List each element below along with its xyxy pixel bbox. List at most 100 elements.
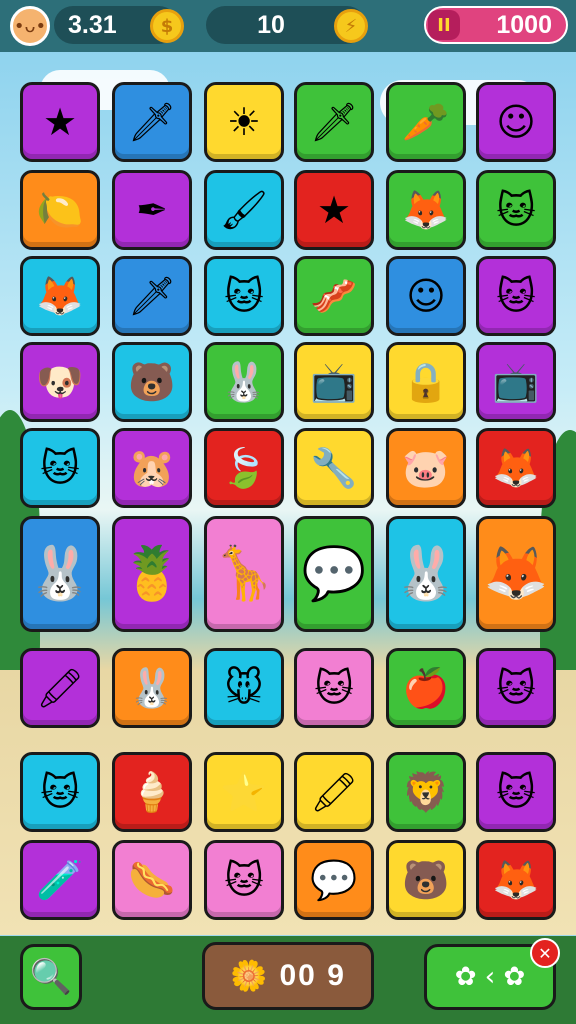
tile-fox[interactable]: 🦊 (20, 256, 100, 336)
hamster-icon: 🐹 (128, 446, 176, 490)
tile-cat[interactable]: 🐱 (20, 428, 100, 508)
tile-cat[interactable]: 🐱 (204, 840, 284, 920)
lemon-icon: 🍋 (36, 188, 84, 232)
tile-potion[interactable]: 🧪 (20, 840, 100, 920)
dog-icon: 🐶 (36, 360, 84, 404)
tile-leaf[interactable]: 🥕 (386, 82, 466, 162)
tile-pen[interactable]: ✒ (112, 170, 192, 250)
tile-pig[interactable]: 🐷 (386, 428, 466, 508)
bunny-icon: 🐰 (27, 544, 93, 604)
fox-icon: 🦊 (36, 274, 84, 318)
apple-icon: 🍎 (402, 666, 450, 710)
tile-brush[interactable]: 🖌 (204, 170, 284, 250)
cat-icon: 🐱 (496, 188, 536, 232)
tile-leaf[interactable]: 🍃 (204, 428, 284, 508)
cat-icon: 🐱 (224, 274, 264, 318)
star-icon: ★ (316, 188, 352, 232)
tile-bunny[interactable]: 🐰 (386, 516, 466, 632)
fox-icon: 🦊 (402, 188, 450, 232)
tile-giraffe[interactable]: 🦒 (204, 516, 284, 632)
tile-face[interactable]: ☺ (386, 256, 466, 336)
tile-bear[interactable]: 🐻 (386, 840, 466, 920)
fox-icon: 🦊 (492, 446, 540, 490)
potion-icon: 🧪 (36, 858, 84, 902)
lock-icon: 🔒 (402, 360, 450, 404)
tile-sword[interactable]: 🗡 (112, 82, 192, 162)
pineapple-icon: 🍍 (119, 544, 185, 604)
tile-tool[interactable]: 🔧 (294, 428, 374, 508)
sword-icon: 🗡 (127, 100, 177, 144)
cat-icon: 🐱 (224, 858, 264, 902)
level-panel: 🌼 00 9 (202, 942, 374, 1010)
tile-cat[interactable]: 🐱 (476, 256, 556, 336)
bacon-icon: 🥓 (310, 274, 358, 318)
tile-smiley[interactable]: ☺ (476, 82, 556, 162)
tile-apple[interactable]: 🍎 (386, 648, 466, 728)
tv-icon: 📺 (492, 360, 540, 404)
tile-lemon[interactable]: 🍋 (20, 170, 100, 250)
tile-cat[interactable]: 🐱 (476, 170, 556, 250)
tile-fox[interactable]: 🦊 (476, 840, 556, 920)
tile-fox[interactable]: 🦊 (476, 516, 556, 632)
tile-lock[interactable]: 🔒 (386, 342, 466, 422)
cat-icon: 🐱 (314, 666, 354, 710)
sun-icon: 🌼 (230, 958, 268, 994)
cone-icon: 🍦 (128, 770, 176, 814)
search-button[interactable]: 🔍 (20, 944, 82, 1010)
tile-star-wand[interactable]: ★ (20, 82, 100, 162)
tile-star-sword[interactable]: 🗡 (294, 82, 374, 162)
tile-fox[interactable]: 🦊 (386, 170, 466, 250)
tile-sword[interactable]: 🗡 (112, 256, 192, 336)
hotdog-icon: 🌭 (128, 858, 176, 902)
tile-bunny[interactable]: 🐰 (204, 342, 284, 422)
star-face-icon: ⭐ (220, 770, 268, 814)
tile-sun-face[interactable]: ☀ (204, 82, 284, 162)
tile-fox[interactable]: 🦊 (476, 428, 556, 508)
tile-cat[interactable]: 🐱 (204, 256, 284, 336)
tile-hotdog[interactable]: 🌭 (112, 840, 192, 920)
tile-bear[interactable]: 🐻 (112, 342, 192, 422)
swap-icon: ✿ ‹ ✿ (454, 962, 526, 992)
tile-bunny[interactable]: 🐰 (20, 516, 100, 632)
fox-icon: 🦊 (492, 858, 540, 902)
pig-icon: 🐷 (402, 446, 450, 490)
crayon-icon: 🖍 (35, 666, 85, 710)
bunny-icon: 🐰 (220, 360, 268, 404)
cat-icon: 🐱 (496, 274, 536, 318)
tile-lion[interactable]: 🦁 (386, 752, 466, 832)
smiley-icon: ☺ (496, 100, 536, 144)
tile-cat[interactable]: 🐱 (294, 648, 374, 728)
tile-dog[interactable]: 🐶 (20, 342, 100, 422)
tv-icon: 📺 (310, 360, 358, 404)
tile-hamster[interactable]: 🐹 (112, 428, 192, 508)
tile-cat[interactable]: 🐱 (476, 648, 556, 728)
cat-icon: 🐱 (496, 666, 536, 710)
tile-cat[interactable]: 🐱 (476, 752, 556, 832)
sun-face-icon: ☀ (226, 100, 262, 144)
sword-icon: 🗡 (127, 274, 177, 318)
tile-bacon[interactable]: 🥓 (294, 256, 374, 336)
tile-bubble[interactable]: 💬 (294, 840, 374, 920)
leaf-icon: 🥕 (402, 100, 450, 144)
tile-star[interactable]: ★ (294, 170, 374, 250)
tile-tv[interactable]: 📺 (476, 342, 556, 422)
tile-bunny[interactable]: 🐰 (112, 648, 192, 728)
cat-icon: 🐱 (40, 446, 80, 490)
pencil-icon: 🖍 (309, 770, 359, 814)
fox-icon: 🦊 (483, 544, 549, 604)
leaf-icon: 🍃 (220, 446, 268, 490)
star-sword-icon: 🗡 (309, 100, 359, 144)
tile-cone[interactable]: 🍦 (112, 752, 192, 832)
tool-icon: 🔧 (310, 446, 358, 490)
tile-bubble[interactable]: 💬 (294, 516, 374, 632)
tile-mouse[interactable]: 🐭 (204, 648, 284, 728)
tile-cat[interactable]: 🐱 (20, 752, 100, 832)
tile-pencil[interactable]: 🖍 (294, 752, 374, 832)
tile-star-face[interactable]: ⭐ (204, 752, 284, 832)
lion-icon: 🦁 (402, 770, 450, 814)
close-icon[interactable]: ✕ (530, 938, 560, 968)
tile-tv[interactable]: 📺 (294, 342, 374, 422)
bear-icon: 🐻 (402, 858, 450, 902)
tile-crayon[interactable]: 🖍 (20, 648, 100, 728)
tile-pineapple[interactable]: 🍍 (112, 516, 192, 632)
